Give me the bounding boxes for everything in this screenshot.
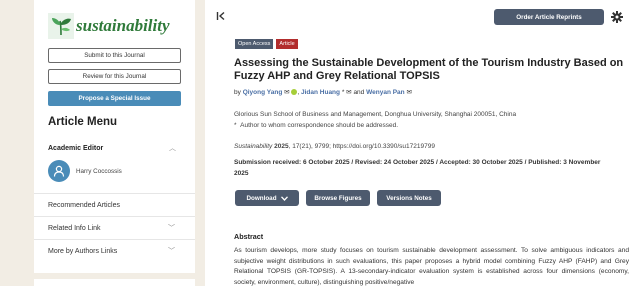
academic-editor-toggle[interactable]: Academic Editor ︿ [48,143,176,153]
gear-icon[interactable] [611,10,623,28]
submit-button[interactable]: Submit to this Journal [48,48,181,63]
chevron-down-icon [280,195,288,201]
author-link[interactable]: Jidan Huang [301,89,340,96]
email-icon[interactable]: ✉ [284,89,289,96]
article-title: Assessing the Sustainable Development of… [234,57,624,82]
correspondence-text: Author to whom correspondence should be … [240,122,399,129]
user-icon [53,165,65,177]
author-link[interactable]: Wenyan Pan [366,89,405,96]
review-button[interactable]: Review for this Journal [48,69,181,84]
logo-text: sustainability [76,16,170,35]
journal-logo[interactable]: sustainability [48,10,176,42]
browse-figures-button[interactable]: Browse Figures [306,190,370,206]
publication-dates: Submission received: 6 October 2025 / Re… [234,159,601,177]
correspondence-line: * Author to whom correspondence should b… [234,120,516,131]
chevron-down-icon: ﹀ [168,225,175,232]
author-link[interactable]: Qiyong Yang [243,89,283,96]
by-label: by [234,89,241,96]
orcid-icon[interactable] [291,89,298,96]
versions-notes-button[interactable]: Versions Notes [377,190,441,206]
journal-year: 2025 [274,143,289,150]
citation: Sustainability 2025, 17(21), 9799; https… [234,143,435,150]
chevron-down-icon: ﹀ [168,248,175,255]
sidebar-next-panel [34,279,195,286]
citation-rest[interactable]: , 17(21), 9799; https://doi.org/10.3390/… [289,143,435,150]
chevron-up-icon: ︿ [169,145,176,152]
corresponding-mark: * [340,89,345,96]
sidebar-item-recommended-articles[interactable]: Recommended Articles [34,193,195,216]
order-reprints-button[interactable]: Order Article Reprints [494,9,604,25]
abstract-heading: Abstract [234,232,264,241]
journal-name[interactable]: Sustainability [234,143,272,150]
collapse-sidebar-icon[interactable] [216,10,226,24]
article-menu-title: Article Menu [48,116,118,128]
email-icon[interactable]: ✉ [346,89,351,96]
affiliation-line: Glorious Sun School of Business and Mana… [234,111,517,118]
article-badges: Open Access Article [235,39,298,49]
editor-avatar [48,160,70,182]
sidebar-item-label: Related Info Link [48,224,101,232]
article-type-badge: Article [276,39,298,49]
correspondence-mark: * [234,122,237,129]
sidebar: sustainability Submit to this Journal Re… [34,0,195,273]
sidebar-item-label: More by Authors Links [48,247,118,255]
open-access-badge: Open Access [235,39,274,49]
download-label: Download [246,194,277,202]
affiliations: Glorious Sun School of Business and Mana… [234,109,516,131]
sidebar-item-related-info[interactable]: Related Info Link ﹀ [34,216,195,239]
and-label: and [353,89,365,96]
leaf-icon [48,13,74,39]
sidebar-item-label: Recommended Articles [48,201,120,209]
abstract-text: As tourism develops, more study focuses … [234,247,629,286]
editor-name[interactable]: Harry Coccossis [76,168,122,175]
academic-editor-heading: Academic Editor [48,144,104,152]
author-list: by Qiyong Yang ✉ , Jidan Huang * ✉ and W… [234,89,412,96]
email-icon[interactable]: ✉ [406,89,411,96]
article-main: Order Article Reprints Open Access Artic… [205,0,638,286]
sidebar-item-more-by-authors[interactable]: More by Authors Links ﹀ [34,239,195,262]
download-button[interactable]: Download [235,190,299,206]
propose-special-issue-button[interactable]: Propose a Special Issue [48,91,181,106]
